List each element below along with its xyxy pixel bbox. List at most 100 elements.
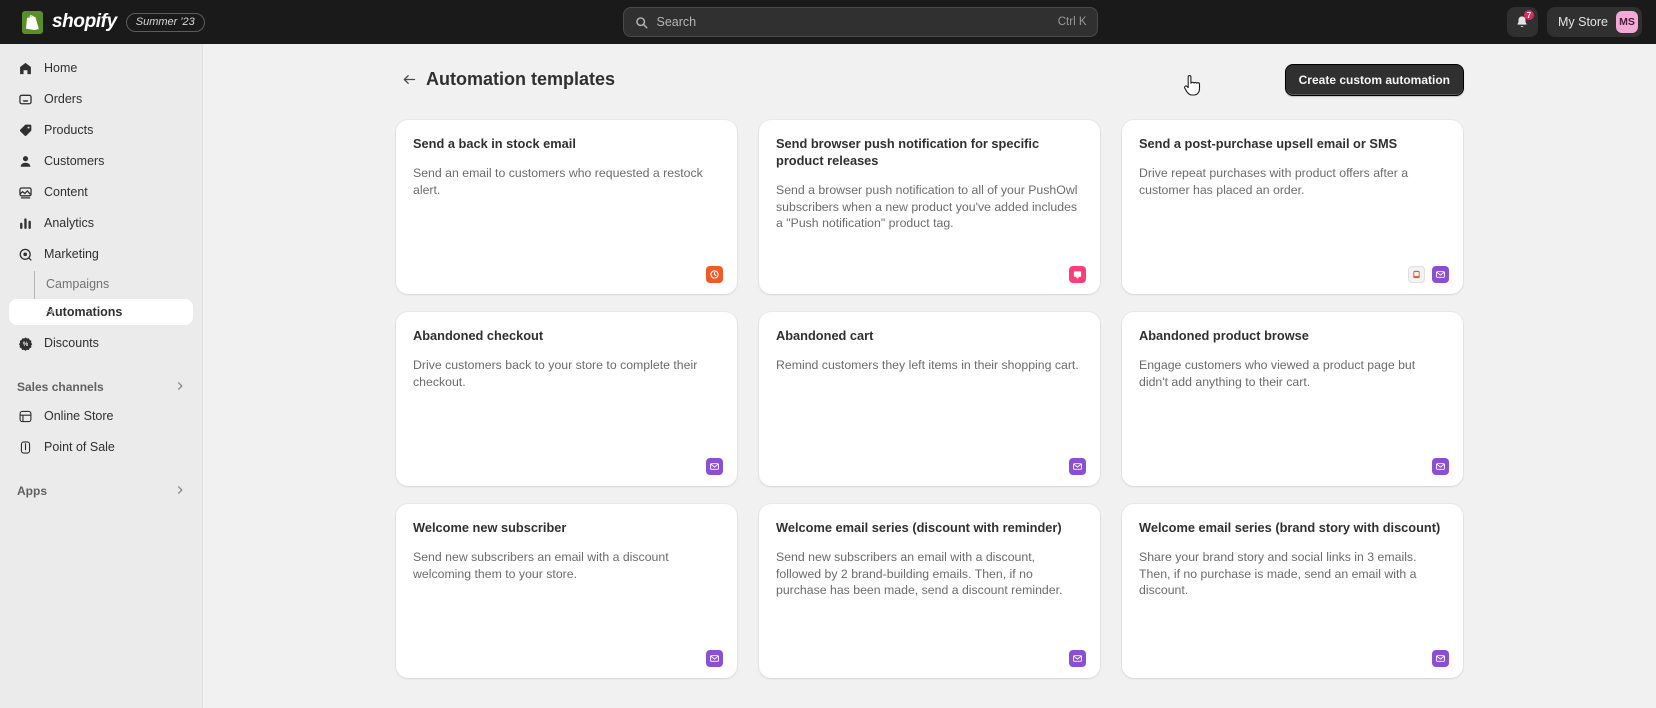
sidebar: Home Orders Products Customers Content A…: [0, 44, 203, 708]
brand-area[interactable]: shopify Summer '23: [0, 10, 215, 34]
top-right-actions: 7 My Store MS: [1506, 7, 1656, 37]
customers-person-icon: [17, 153, 33, 169]
avatar: MS: [1616, 11, 1638, 33]
chevron-right-icon: [175, 484, 185, 498]
orders-inbox-icon: [17, 91, 33, 107]
sidebar-item-point-of-sale[interactable]: Point of Sale: [9, 433, 193, 461]
card-title: Welcome email series (brand story with d…: [1139, 520, 1441, 535]
shopify-email-icon: [1069, 458, 1086, 475]
pushowl-app-icon: [1069, 266, 1086, 283]
card-title: Send a back in stock email: [413, 136, 576, 151]
template-card[interactable]: Abandoned product browse Engage customer…: [1122, 312, 1463, 486]
sidebar-item-analytics[interactable]: Analytics: [9, 209, 193, 237]
sidebar-subitem-label: Automations: [46, 305, 123, 319]
notifications-button[interactable]: 7: [1506, 7, 1538, 37]
card-title: Send browser push notification for speci…: [776, 136, 1040, 168]
card-title: Abandoned cart: [776, 328, 874, 343]
store-name-label: My Store: [1557, 15, 1608, 29]
body: Home Orders Products Customers Content A…: [0, 44, 1656, 708]
sidebar-item-label: Customers: [44, 154, 105, 168]
online-store-icon: [17, 408, 33, 424]
card-app-badges: [1069, 458, 1086, 475]
sidebar-item-marketing[interactable]: Marketing: [9, 240, 193, 268]
sidebar-section-label: Sales channels: [17, 380, 104, 394]
search-area: Search Ctrl K: [215, 7, 1507, 37]
tree-arrow-icon: [46, 305, 55, 319]
automation-templates-grid: Send a back in stock email Send an email…: [392, 92, 1467, 678]
card-app-badges: [1069, 650, 1086, 667]
sidebar-item-label: Home: [44, 61, 78, 75]
card-title: Abandoned checkout: [413, 328, 544, 343]
page-title: Automation templates: [426, 68, 616, 89]
card-app-badges: [1408, 266, 1449, 283]
create-custom-automation-button[interactable]: Create custom automation: [1284, 64, 1464, 96]
marketing-target-icon: [17, 246, 33, 262]
notification-count-badge: 7: [1523, 10, 1534, 20]
template-card[interactable]: Abandoned checkout Drive customers back …: [396, 312, 737, 486]
template-card[interactable]: Welcome email series (brand story with d…: [1122, 504, 1463, 678]
card-description: Send an email to customers who requested…: [413, 165, 703, 197]
card-app-badges: [706, 266, 723, 283]
card-description: Send a browser push notification to all …: [776, 182, 1078, 231]
sidebar-item-label: Analytics: [44, 216, 95, 230]
card-title: Welcome new subscriber: [413, 520, 567, 535]
sidebar-section-sales-channels[interactable]: Sales channels: [9, 374, 193, 400]
card-description: Remind customers they left items in thei…: [776, 357, 1079, 372]
card-description: Engage customers who viewed a product pa…: [1139, 357, 1416, 389]
shopify-email-icon: [1432, 458, 1449, 475]
back-button[interactable]: [396, 66, 422, 92]
card-description: Drive customers back to your store to co…: [413, 357, 698, 389]
template-card[interactable]: Send browser push notification for speci…: [759, 120, 1100, 294]
shopify-email-icon: [706, 458, 723, 475]
shopify-email-icon: [1432, 650, 1449, 667]
sidebar-item-label: Discounts: [44, 336, 99, 350]
shopify-logo-icon: [22, 10, 43, 34]
shopify-admin-app: shopify Summer '23 Search Ctrl K 7 My St…: [0, 0, 1656, 708]
store-menu-button[interactable]: My Store MS: [1546, 7, 1642, 37]
search-icon: [635, 16, 648, 29]
sidebar-item-label: Orders: [44, 92, 83, 106]
top-bar: shopify Summer '23 Search Ctrl K 7 My St…: [0, 0, 1656, 44]
home-icon: [17, 60, 33, 76]
search-shortcut: Ctrl K: [1057, 16, 1087, 28]
card-description: Drive repeat purchases with product offe…: [1139, 165, 1409, 197]
products-tag-icon: [17, 122, 33, 138]
sidebar-item-label: Online Store: [44, 409, 114, 423]
shopify-email-icon: [1069, 650, 1086, 667]
main-content: Automation templates Create custom autom…: [203, 44, 1656, 708]
sidebar-item-online-store[interactable]: Online Store: [9, 402, 193, 430]
card-title: Abandoned product browse: [1139, 328, 1309, 343]
season-badge: Summer '23: [125, 12, 205, 32]
card-app-badges: [1069, 266, 1086, 283]
sidebar-item-campaigns[interactable]: Campaigns: [9, 271, 193, 297]
point-of-sale-icon: [17, 439, 33, 455]
card-description: Send new subscribers an email with a dis…: [413, 549, 669, 581]
sms-app-icon: [1408, 266, 1425, 283]
sidebar-subitem-label: Campaigns: [46, 277, 110, 291]
sidebar-item-home[interactable]: Home: [9, 54, 193, 82]
sidebar-item-customers[interactable]: Customers: [9, 147, 193, 175]
sidebar-divider-2: [9, 464, 193, 478]
sidebar-item-products[interactable]: Products: [9, 116, 193, 144]
template-card[interactable]: Send a post-purchase upsell email or SMS…: [1122, 120, 1463, 294]
template-card[interactable]: Send a back in stock email Send an email…: [396, 120, 737, 294]
sidebar-item-label: Marketing: [44, 247, 99, 261]
sidebar-item-content[interactable]: Content: [9, 178, 193, 206]
shopify-email-icon: [1432, 266, 1449, 283]
discounts-icon: %: [17, 335, 33, 351]
sidebar-item-orders[interactable]: Orders: [9, 85, 193, 113]
sidebar-item-discounts[interactable]: % Discounts: [9, 329, 193, 357]
brand-wordmark: shopify: [52, 11, 117, 32]
svg-text:%: %: [22, 342, 28, 348]
search-input[interactable]: Search Ctrl K: [623, 7, 1099, 37]
card-description: Share your brand story and social links …: [1139, 549, 1417, 598]
template-card[interactable]: Welcome email series (discount with remi…: [759, 504, 1100, 678]
template-card[interactable]: Welcome new subscriber Send new subscrib…: [396, 504, 737, 678]
sidebar-section-apps[interactable]: Apps: [9, 478, 193, 504]
card-title: Send a post-purchase upsell email or SMS: [1139, 136, 1398, 151]
search-placeholder: Search: [656, 15, 697, 29]
template-card[interactable]: Abandoned cart Remind customers they lef…: [759, 312, 1100, 486]
card-title: Welcome email series (discount with remi…: [776, 520, 1062, 535]
sidebar-item-automations[interactable]: Automations: [9, 299, 193, 325]
card-app-badges: [1432, 650, 1449, 667]
